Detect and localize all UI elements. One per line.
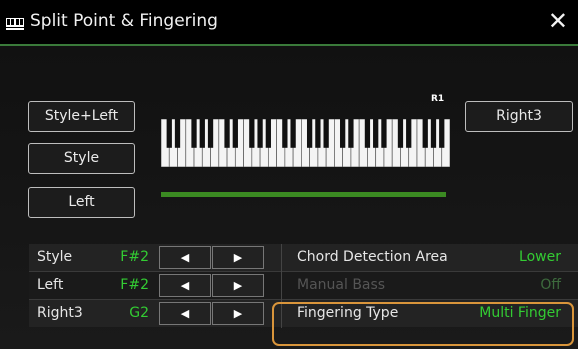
black-key [430, 119, 437, 148]
keyboard-icon [6, 18, 24, 30]
fingering-type-highlight [272, 302, 574, 346]
black-key [232, 119, 238, 148]
next-arrow-icon[interactable]: ▶ [212, 246, 264, 269]
black-key [257, 119, 263, 148]
range-bar [161, 192, 446, 197]
black-key [373, 119, 379, 148]
close-icon[interactable]: ✕ [548, 8, 568, 34]
prev-arrow-icon[interactable]: ◀ [159, 274, 211, 297]
style-button[interactable]: Style [28, 143, 135, 174]
setting-value: Off [540, 277, 561, 293]
split-row-style: Style F#2 ◀ ▶ Chord Detection Area Lower [29, 244, 578, 271]
next-arrow-icon[interactable]: ▶ [212, 302, 264, 325]
black-key [397, 119, 404, 148]
black-key [364, 119, 371, 148]
r1-marker-label: R1 [431, 94, 445, 104]
split-value: F#2 [120, 249, 149, 265]
split-value: G2 [129, 305, 149, 321]
black-key [224, 119, 230, 148]
black-key [323, 119, 329, 148]
black-key [306, 119, 313, 148]
left-button[interactable]: Left [28, 187, 135, 218]
style-left-button[interactable]: Style+Left [28, 101, 135, 132]
black-key [422, 119, 428, 148]
black-key [406, 119, 412, 148]
keyboard-graphic [161, 119, 450, 167]
black-key [191, 119, 197, 148]
black-key [340, 119, 346, 148]
title-bar: Split Point & Fingering ✕ [0, 0, 578, 44]
black-key [282, 119, 288, 148]
black-key [290, 119, 296, 148]
setting-label[interactable]: Chord Detection Area [297, 244, 448, 271]
black-key [439, 119, 445, 148]
window-title: Split Point & Fingering [30, 11, 218, 31]
split-label: Style [37, 249, 73, 265]
black-key [315, 119, 321, 148]
black-key [166, 119, 172, 148]
black-key [381, 119, 387, 148]
black-key [348, 119, 354, 148]
right3-button[interactable]: Right3 [465, 101, 573, 132]
black-key [249, 119, 255, 148]
black-key [265, 119, 271, 148]
black-key [199, 119, 205, 148]
next-arrow-icon[interactable]: ▶ [212, 274, 264, 297]
split-row-left: Left F#2 ◀ ▶ Manual Bass Off [29, 272, 578, 299]
black-key [174, 119, 181, 148]
split-label: Right3 [37, 305, 83, 321]
setting-value[interactable]: Lower [429, 244, 561, 271]
split-value: F#2 [120, 277, 149, 293]
prev-arrow-icon[interactable]: ◀ [159, 302, 211, 325]
prev-arrow-icon[interactable]: ◀ [159, 246, 211, 269]
black-key [207, 119, 214, 148]
setting-label: Manual Bass [297, 277, 386, 293]
split-label: Left [37, 277, 64, 293]
